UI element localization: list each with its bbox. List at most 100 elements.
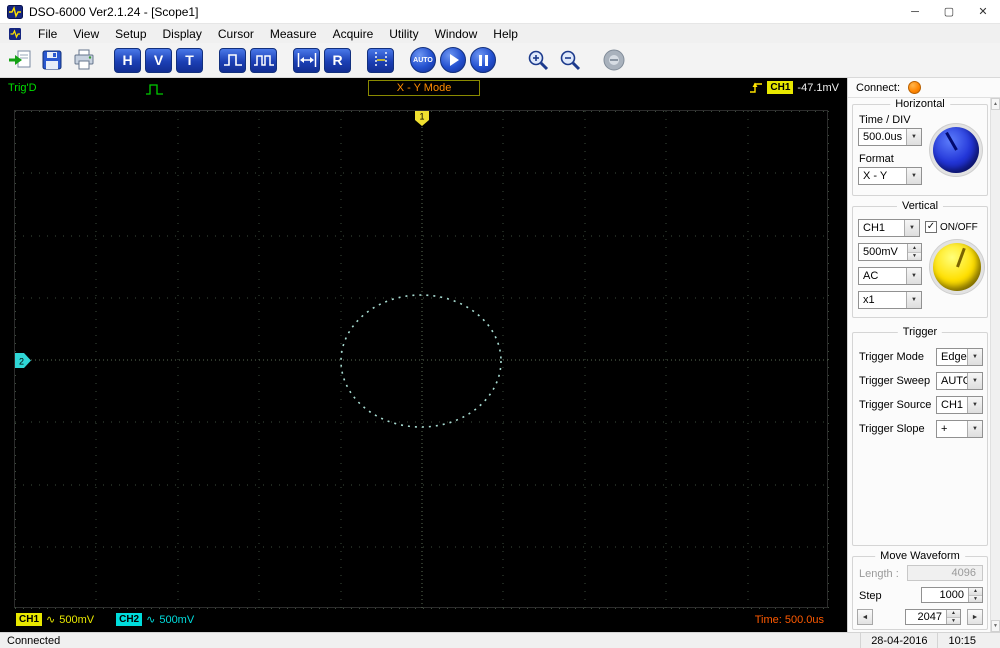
scroll-up-icon[interactable]: ▲ (991, 98, 1000, 110)
chevron-down-icon[interactable]: ▼ (967, 421, 982, 437)
t-label: T (185, 52, 194, 68)
menu-acquire[interactable]: Acquire (325, 24, 382, 43)
length-label: Length : (859, 568, 899, 580)
menu-file[interactable]: File (30, 24, 65, 43)
menu-display[interactable]: Display (155, 24, 210, 43)
record-button[interactable]: R (324, 47, 351, 73)
coupling-select[interactable]: AC ▼ (858, 267, 922, 285)
trigger-source-label: Trigger Source (859, 399, 932, 411)
trigger-slope-select[interactable]: + ▼ (936, 420, 983, 438)
horizontal-setup-button[interactable]: H (114, 47, 141, 73)
close-button[interactable]: ✕ (966, 0, 1000, 23)
zoom-out-icon (560, 50, 581, 71)
save-icon (42, 50, 62, 70)
maximize-button[interactable]: ▢ (932, 0, 966, 23)
snapshot-button[interactable] (600, 47, 628, 73)
spin-up-icon[interactable]: ▲ (947, 610, 960, 618)
dso-application-window: DSO-6000 Ver2.1.24 - [Scope1] ─ ▢ ✕ File… (0, 0, 1000, 648)
trigger-mode-select[interactable]: Edge ▼ (936, 348, 983, 366)
menu-utility[interactable]: Utility (381, 24, 426, 43)
expand-waveform-button[interactable] (293, 47, 320, 73)
move-waveform-group: Move Waveform Length : 4096 Step 1000 ▲ … (852, 550, 988, 630)
chevron-down-icon[interactable]: ▼ (906, 129, 921, 145)
menu-bar: File View Setup Display Cursor Measure A… (0, 24, 1000, 43)
pulse-trigger-button[interactable] (219, 47, 246, 73)
open-file-button[interactable] (6, 47, 34, 73)
chevron-down-icon[interactable]: ▼ (967, 397, 982, 413)
channel2-left-marker[interactable]: 2 (15, 353, 31, 368)
spin-down-icon[interactable]: ▼ (969, 595, 982, 602)
menu-measure[interactable]: Measure (262, 24, 325, 43)
connect-indicator[interactable] (908, 81, 922, 94)
channel1-top-marker[interactable]: 1 (415, 111, 429, 126)
check-icon: ✓ (925, 221, 937, 233)
chevron-down-icon[interactable]: ▼ (967, 349, 982, 365)
advanced-trigger-button[interactable] (250, 47, 277, 73)
save-button[interactable] (38, 47, 66, 73)
spin-down-icon[interactable]: ▼ (908, 252, 921, 260)
spin-down-icon[interactable]: ▼ (947, 617, 960, 624)
zoom-in-icon (528, 50, 549, 71)
channel-select[interactable]: CH1 ▼ (858, 219, 920, 237)
status-date: 28-04-2016 (860, 633, 937, 648)
chevron-down-icon[interactable]: ▼ (906, 268, 921, 284)
run-button[interactable] (440, 47, 466, 73)
scroll-down-icon[interactable]: ▼ (991, 620, 1000, 632)
chevron-down-icon[interactable]: ▼ (904, 220, 919, 236)
spin-up-icon[interactable]: ▲ (969, 588, 982, 596)
ch2-coupling-icon: ∿ (146, 614, 156, 626)
h-label: H (122, 52, 133, 68)
trigger-sweep-select[interactable]: AUTO ▼ (936, 372, 983, 390)
move-left-button[interactable]: ◄ (857, 609, 873, 625)
toolbar: H V T R AUTO (0, 43, 1000, 78)
lissajous-trace (340, 294, 502, 428)
resize-grip[interactable] (986, 633, 1000, 648)
channel-onoff-checkbox[interactable]: ✓ ON/OFF (925, 221, 978, 233)
volts-div-spinner[interactable]: 500mV ▲ ▼ (858, 243, 922, 261)
svg-text:1: 1 (419, 112, 424, 122)
scope-grid: 1 2 (15, 111, 829, 609)
horizontal-group-title: Horizontal (890, 98, 950, 110)
app-icon (7, 4, 23, 19)
menu-window[interactable]: Window (427, 24, 486, 43)
horizontal-group: Horizontal Time / DIV 500.0us ▼ Format X… (852, 98, 988, 196)
ch2-scale: 500mV (159, 613, 195, 626)
v-label: V (153, 52, 164, 68)
spin-up-icon[interactable]: ▲ (908, 244, 921, 253)
dual-pulse-icon (253, 55, 274, 66)
zoom-out-button[interactable] (556, 47, 584, 73)
printer-icon (74, 49, 94, 70)
format-select[interactable]: X - Y ▼ (858, 167, 922, 185)
vertical-group-title: Vertical (896, 200, 944, 212)
zoom-in-button[interactable] (524, 47, 552, 73)
menu-cursor[interactable]: Cursor (210, 24, 262, 43)
vertical-knob[interactable] (933, 243, 981, 291)
menu-help[interactable]: Help (485, 24, 526, 43)
knob-pointer (955, 247, 966, 268)
trigger-source-select[interactable]: CH1 ▼ (936, 396, 983, 414)
move-right-button[interactable]: ► (967, 609, 983, 625)
horizontal-knob[interactable] (933, 127, 979, 173)
print-button[interactable] (70, 47, 98, 73)
trigger-status: Trig'D (8, 82, 37, 94)
time-div-select[interactable]: 500.0us ▼ (858, 128, 922, 146)
chevron-down-icon[interactable]: ▼ (906, 168, 921, 184)
chevron-down-icon[interactable]: ▼ (967, 373, 982, 389)
autoset-button[interactable]: AUTO (410, 47, 436, 73)
menu-view[interactable]: View (65, 24, 107, 43)
cursor-measure-button[interactable] (367, 47, 394, 73)
auto-label: AUTO (413, 56, 433, 64)
menu-setup[interactable]: Setup (107, 24, 154, 43)
vertical-group: Vertical CH1 ▼ ✓ ON/OFF 500mV ▲ ▼ AC ▼ x… (852, 200, 988, 318)
stop-button[interactable] (470, 47, 496, 73)
panel-scrollbar[interactable]: ▲ ▼ (990, 98, 1000, 632)
probe-select[interactable]: x1 ▼ (858, 291, 922, 309)
ch1-scale: 500mV (59, 613, 95, 626)
position-spinner[interactable]: 2047 ▲ ▼ (905, 609, 961, 625)
trigger-setup-button[interactable]: T (176, 47, 203, 73)
vertical-setup-button[interactable]: V (145, 47, 172, 73)
chevron-down-icon[interactable]: ▼ (906, 292, 921, 308)
minimize-button[interactable]: ─ (898, 0, 932, 23)
step-spinner[interactable]: 1000 ▲ ▼ (921, 587, 983, 603)
document-icon (9, 27, 21, 40)
